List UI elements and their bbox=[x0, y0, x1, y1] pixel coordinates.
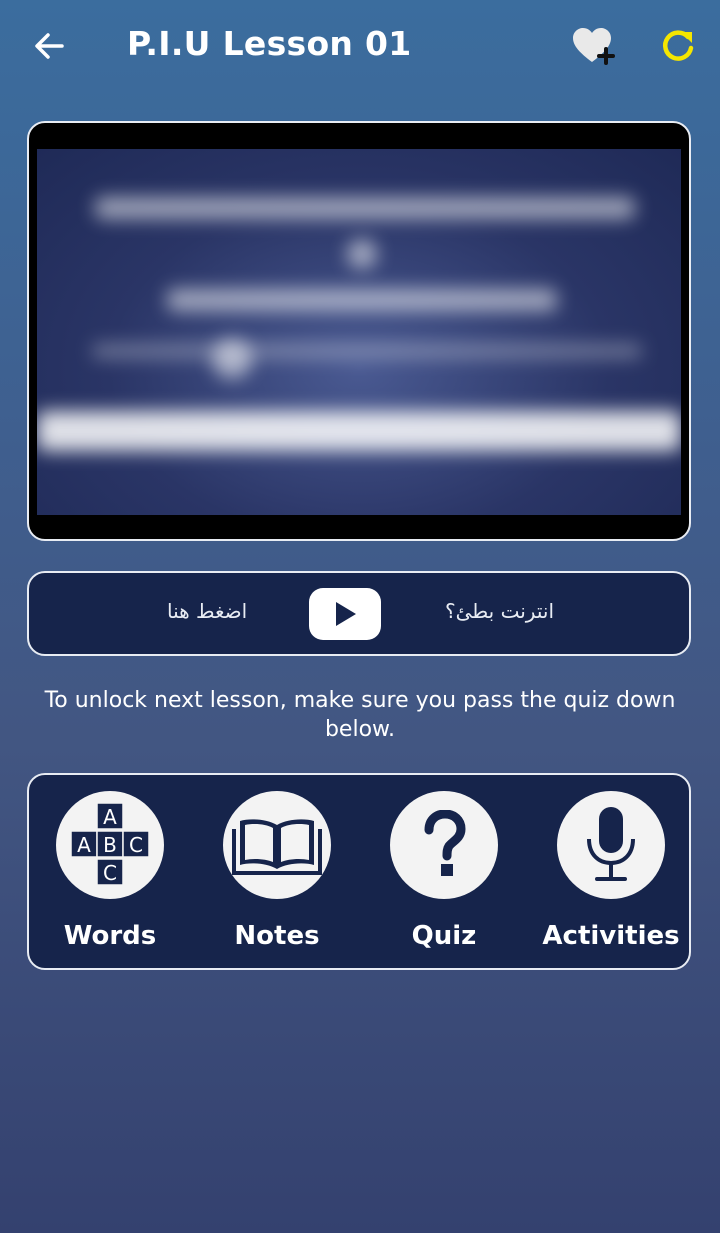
microphone-icon bbox=[587, 807, 635, 881]
quiz-icon-circle bbox=[390, 791, 498, 899]
svg-text:C: C bbox=[129, 833, 143, 857]
svg-text:A: A bbox=[77, 833, 91, 857]
activities-icon-circle bbox=[557, 791, 665, 899]
play-icon bbox=[336, 602, 356, 626]
notes-icon-circle bbox=[223, 791, 331, 899]
words-label: Words bbox=[63, 921, 157, 951]
click-here-text: اضغط هنا bbox=[167, 599, 248, 623]
words-icon-circle: A A B C C bbox=[56, 791, 164, 899]
activities-label: Activities bbox=[542, 921, 680, 951]
add-favorite-button[interactable] bbox=[570, 24, 620, 68]
open-book-icon bbox=[232, 819, 322, 875]
quiz-button[interactable]: Quiz bbox=[369, 791, 519, 961]
abc-blocks-icon: A A B C C bbox=[70, 803, 150, 886]
unlock-notice: To unlock next lesson, make sure you pas… bbox=[44, 688, 676, 742]
notes-label: Notes bbox=[234, 921, 320, 951]
slow-internet-banner[interactable]: اضغط هنا انترنت بطئ؟ bbox=[27, 571, 691, 656]
activities-button[interactable]: Activities bbox=[536, 791, 686, 961]
question-mark-icon bbox=[424, 810, 466, 876]
refresh-icon bbox=[662, 30, 694, 61]
svg-text:C: C bbox=[103, 861, 117, 885]
back-button[interactable] bbox=[30, 26, 70, 66]
page-title: P.I.U Lesson 01 bbox=[127, 24, 412, 63]
svg-text:A: A bbox=[103, 805, 117, 829]
heart-plus-icon bbox=[573, 28, 615, 65]
lesson-tools-panel: A A B C C Words Notes Quiz Activities bbox=[27, 773, 691, 970]
video-player[interactable] bbox=[27, 121, 691, 541]
back-arrow-icon bbox=[35, 33, 64, 59]
notes-button[interactable]: Notes bbox=[202, 791, 352, 961]
slow-internet-question: انترنت بطئ؟ bbox=[444, 599, 554, 623]
top-app-bar: P.I.U Lesson 01 bbox=[0, 0, 720, 95]
words-button[interactable]: A A B C C Words bbox=[35, 791, 185, 961]
youtube-play-button[interactable] bbox=[309, 588, 381, 640]
refresh-button[interactable] bbox=[658, 26, 698, 66]
quiz-label: Quiz bbox=[411, 921, 477, 951]
video-thumbnail bbox=[37, 149, 681, 515]
svg-text:B: B bbox=[103, 833, 117, 857]
